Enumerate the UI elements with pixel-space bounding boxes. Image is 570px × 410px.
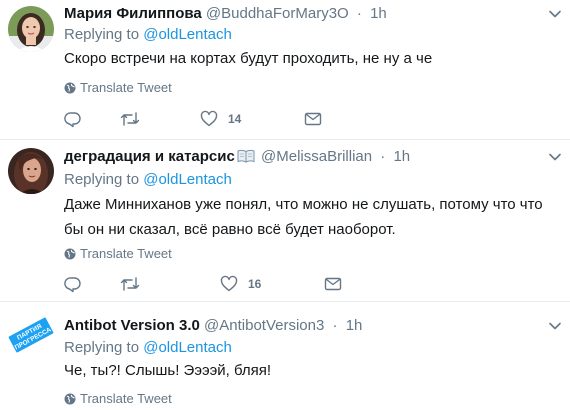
avatar[interactable]: ПАРТИЯ ПРОГРЕССА xyxy=(8,312,54,358)
heart-icon xyxy=(200,110,218,127)
reply-button[interactable] xyxy=(64,274,82,294)
open-book-icon xyxy=(237,149,255,163)
tweet-3[interactable]: ПАРТИЯ ПРОГРЕССА Antibot Version 3.0 @An… xyxy=(0,302,570,410)
retweet-icon xyxy=(120,277,140,291)
translate-tweet-link[interactable]: Translate Tweet xyxy=(64,391,172,407)
envelope-icon xyxy=(324,277,342,291)
translate-label: Translate Tweet xyxy=(80,246,172,261)
globe-icon xyxy=(64,393,76,405)
timestamp[interactable]: 1h xyxy=(370,5,387,22)
tweet-text: Даже Минниханов уже понял, что можно не … xyxy=(64,196,543,238)
replying-to-label: Replying to xyxy=(64,26,140,43)
heart-icon xyxy=(220,275,238,292)
replying-to-label: Replying to xyxy=(64,339,140,356)
translate-label: Translate Tweet xyxy=(80,80,172,95)
retweet-button[interactable] xyxy=(120,109,140,129)
like-button[interactable]: 14 xyxy=(200,109,241,129)
tweet-header: Мария Филиппова @BuddhaForMary3O · 1h xyxy=(64,4,387,24)
retweet-icon xyxy=(120,112,140,126)
reply-button[interactable] xyxy=(64,109,82,129)
direct-message-button[interactable] xyxy=(304,109,322,129)
translate-tweet-link[interactable]: Translate Tweet xyxy=(64,80,172,96)
reply-icon xyxy=(64,277,81,293)
tweet-header: Antibot Version 3.0 @AntibotVersion3 · 1… xyxy=(64,316,362,336)
user-handle[interactable]: @AntibotVersion3 xyxy=(204,317,324,334)
replying-to: Replying to @oldLentach xyxy=(64,25,232,45)
tweet-actions: 14 xyxy=(64,109,484,129)
tweet-1[interactable]: Мария Филиппова @BuddhaForMary3O · 1h Re… xyxy=(0,0,570,148)
display-name[interactable]: Antibot Version 3.0 xyxy=(64,317,200,334)
woman-portrait-icon xyxy=(8,6,54,52)
woman-portrait-dark-icon xyxy=(8,148,54,194)
chevron-down-icon[interactable] xyxy=(548,7,562,21)
like-count: 14 xyxy=(228,112,242,126)
avatar[interactable] xyxy=(8,148,54,194)
like-button[interactable]: 16 xyxy=(220,274,261,294)
tweet-header: деградация и катарсис @MelissaBrillian ·… xyxy=(64,147,410,167)
replying-to-label: Replying to xyxy=(64,171,140,188)
envelope-icon xyxy=(304,112,322,126)
chevron-down-icon[interactable] xyxy=(548,319,562,333)
like-count: 16 xyxy=(248,277,262,291)
direct-message-button[interactable] xyxy=(324,274,342,294)
tweet-2[interactable]: деградация и катарсис @MelissaBrillian ·… xyxy=(0,140,570,295)
chevron-down-icon[interactable] xyxy=(548,150,562,164)
globe-icon xyxy=(64,82,76,94)
reply-icon xyxy=(64,112,81,128)
avatar[interactable] xyxy=(8,6,54,52)
reply-mention-link[interactable]: @oldLentach xyxy=(143,171,232,188)
user-handle[interactable]: @MelissaBrillian xyxy=(261,148,372,165)
timestamp[interactable]: 1h xyxy=(393,148,410,165)
reply-mention-link[interactable]: @oldLentach xyxy=(143,339,232,356)
user-handle[interactable]: @BuddhaForMary3O xyxy=(206,5,349,22)
tweet-text: Че, ты?! Слышь! Ээээй, бляя! xyxy=(64,362,272,379)
tweet-text: Скоро встречи на кортах будут проходить,… xyxy=(64,50,433,67)
replying-to: Replying to @oldLentach xyxy=(64,338,232,358)
tweet-actions: 16 xyxy=(64,274,484,294)
globe-icon xyxy=(64,248,76,260)
timestamp[interactable]: 1h xyxy=(346,317,363,334)
display-name[interactable]: Мария Филиппова xyxy=(64,5,202,22)
separator-dot: · xyxy=(380,148,386,165)
translate-tweet-link[interactable]: Translate Tweet xyxy=(64,246,172,262)
replying-to: Replying to @oldLentach xyxy=(64,170,232,190)
translate-label: Translate Tweet xyxy=(80,391,172,406)
reply-mention-link[interactable]: @oldLentach xyxy=(143,26,232,43)
retweet-button[interactable] xyxy=(120,274,140,294)
partiya-progressa-logo-icon: ПАРТИЯ ПРОГРЕССА xyxy=(8,312,54,358)
separator-dot: · xyxy=(356,5,362,22)
separator-dot: · xyxy=(332,317,338,334)
display-name[interactable]: деградация и катарсис xyxy=(64,148,235,165)
